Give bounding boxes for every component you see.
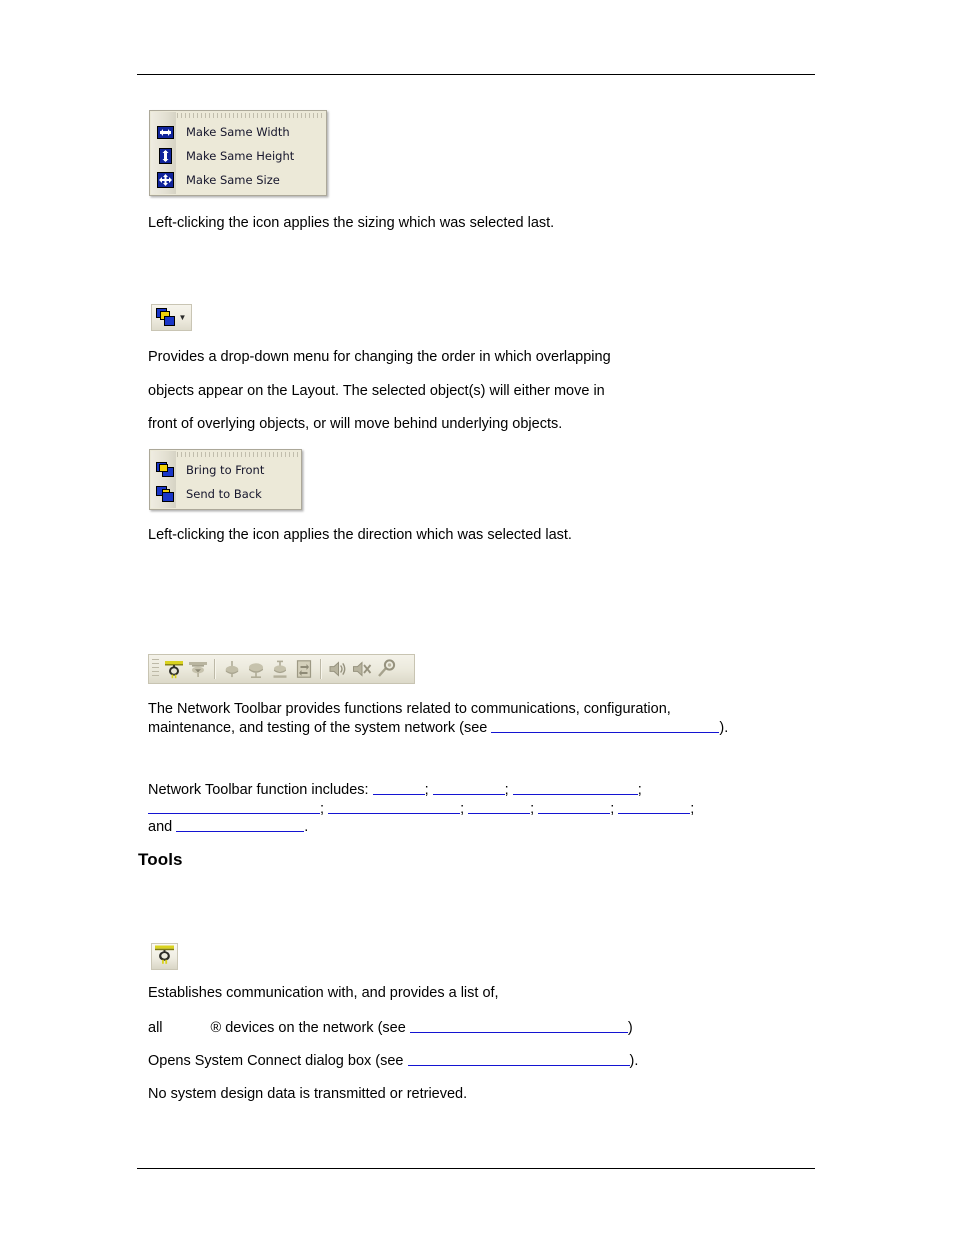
terminal-period: . [304,819,309,835]
function-link-blank-4[interactable] [148,800,320,814]
menu-item-label: Bring to Front [186,463,265,477]
menu-grip-dots [153,113,323,118]
network-toolbar[interactable] [148,654,415,684]
sizing-dropdown-menu[interactable]: Make Same Width Make Same Height Make Sa… [149,110,327,196]
diagnostics-icon[interactable] [374,657,398,681]
network-functions-line-3: and . [148,818,308,836]
network-functions-line-1: Network Toolbar function includes: ; ; ; [148,781,642,799]
tools-line-2-prefix: all [148,1020,163,1036]
function-link-blank-5[interactable] [328,800,461,814]
system-connect-icon[interactable] [162,657,186,681]
page-title: Tools [138,850,183,869]
network-functions-line-2: ; ; ; ; ; [148,800,694,818]
menu-item-make-same-height[interactable]: Make Same Height [150,144,326,168]
tools-line-2-middle: devices on the network (see [221,1020,410,1036]
function-link-blank-7[interactable] [538,800,611,814]
order-description-line-2: objects appear on the Layout. The select… [148,383,605,399]
order-description-line-1: Provides a drop-down menu for changing t… [148,349,611,365]
cross-reference-link-blank[interactable] [407,1052,630,1066]
function-link-blank-9[interactable] [176,818,305,832]
separator-semicolon: ; [637,782,642,798]
device-group-icon[interactable] [244,657,268,681]
tools-description-line-4: No system design data is transmitted or … [148,1086,468,1102]
network-upload-icon[interactable] [268,657,292,681]
separator-semicolon: ; [530,801,535,817]
device-properties-icon[interactable] [292,657,316,681]
menu-item-label: Make Same Width [186,125,290,139]
function-link-blank-8[interactable] [618,800,691,814]
separator-semicolon: ; [610,801,615,817]
separator-semicolon: ; [424,782,429,798]
menu-item-make-same-width[interactable]: Make Same Width [150,120,326,144]
tools-line-3-prefix: Opens System Connect dialog box (see [148,1053,408,1069]
system-connect-plug-icon [153,943,176,971]
function-link-blank-6[interactable] [468,800,531,814]
toolbar-separator [214,659,216,679]
toolbar-separator [320,659,322,679]
function-link-blank-3[interactable] [512,781,638,795]
toolbar-grip[interactable] [152,659,159,679]
network-download-icon[interactable] [186,657,210,681]
separator-semicolon: ; [460,801,465,817]
menu-item-label: Send to Back [186,487,262,501]
tools-line-2-suffix: ) [627,1020,633,1036]
separator-semicolon: ; [690,801,695,817]
cross-reference-link-blank[interactable] [409,1019,628,1033]
header-rule [137,74,815,75]
audio-test-icon[interactable] [326,657,350,681]
network-description-line-2: maintenance, and testing of the system n… [148,719,728,737]
menu-item-make-same-size[interactable]: Make Same Size [150,168,326,192]
menu-item-send-to-back[interactable]: Send to Back [150,482,301,506]
separator-semicolon: ; [320,801,325,817]
order-description-line-3: front of overlying objects, or will move… [148,416,563,432]
object-order-toolbar-button[interactable]: ▼ [151,304,192,331]
order-caption: Left-clicking the icon applies the direc… [148,527,572,543]
tools-line-3-suffix: ). [629,1053,639,1069]
send-to-back-icon [154,484,176,504]
network-functions-lead: Network Toolbar function includes: [148,782,373,798]
bring-to-front-icon [155,307,177,329]
network-description-line-1: The Network Toolbar provides functions r… [148,701,671,717]
mute-test-icon[interactable] [350,657,374,681]
menu-item-label: Make Same Size [186,173,280,187]
separator-semicolon: ; [504,782,509,798]
network-functions-and: and [148,819,177,835]
sizing-caption: Left-clicking the icon applies the sizin… [148,215,555,231]
tools-description-line-2: all ® devices on the network (see ) [148,1019,633,1037]
network-description-line-2-tail: ). [719,720,729,736]
cross-reference-link-blank[interactable] [491,719,720,733]
function-link-blank-1[interactable] [372,781,425,795]
make-same-width-icon [154,122,176,142]
network-description-line-2-text: maintenance, and testing of the system n… [148,720,492,736]
tools-description-line-3: Opens System Connect dialog box (see ). [148,1052,638,1070]
chevron-down-icon[interactable]: ▼ [177,313,188,322]
device-tree-icon[interactable] [220,657,244,681]
document-page: Make Same Width Make Same Height Make Sa… [0,0,954,1235]
menu-item-bring-to-front[interactable]: Bring to Front [150,458,301,482]
system-connect-plug-button[interactable] [151,943,178,970]
function-link-blank-2[interactable] [432,781,505,795]
order-dropdown-menu[interactable]: Bring to Front Send to Back [149,449,302,510]
footer-rule [137,1168,815,1169]
registered-trademark-icon: ® [210,1020,222,1036]
make-same-height-icon [154,146,176,166]
make-same-size-icon [154,170,176,190]
menu-item-label: Make Same Height [186,149,295,163]
bring-to-front-icon [154,460,176,480]
tools-description-line-1: Establishes communication with, and prov… [148,985,499,1001]
